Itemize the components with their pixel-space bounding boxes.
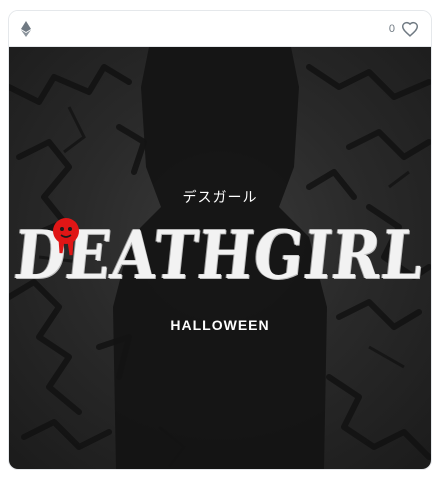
nft-artwork[interactable]: デスガール DEATH GIRL HALLOWEEN [9,47,431,469]
artwork-subtitle: HALLOWEEN [170,317,270,333]
favorite-button[interactable]: 0 [389,21,419,37]
artwork-title: DEATH GIRL [10,215,427,295]
ethereum-icon [21,20,33,37]
title-girl: GIRL [249,215,428,295]
nft-card[interactable]: 0 デスガール DEATH GIRL HALLOWEEN [8,10,432,470]
blood-drop-icon [53,218,79,256]
favorite-count: 0 [388,22,395,35]
japanese-title: デスガール [182,190,258,206]
title-death: DEATH [10,215,258,295]
heart-icon[interactable] [401,21,419,37]
card-header: 0 [9,11,431,47]
